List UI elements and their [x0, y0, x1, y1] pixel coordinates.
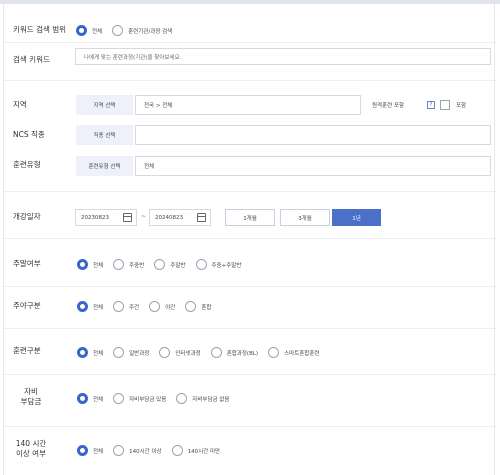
radio-checked-icon [77, 347, 88, 358]
hours140-option-over[interactable]: 140시간 이상 [113, 445, 162, 456]
training-kind-option-smart[interactable]: 스마트혼합훈련 [268, 347, 319, 358]
radio-checked-icon [76, 25, 87, 36]
region-value-field[interactable]: 전국 > 전체 [135, 95, 361, 115]
radio-checked-icon [77, 393, 88, 404]
row-hours140: 140 시간 이상 여부 전체 140시간 이상 140시간 미만 [4, 427, 496, 475]
weekend-option-weekend[interactable]: 주말반 [154, 259, 186, 270]
row-keyword: 검색 키워드 나에게 맞는 훈련과정(기관)을 찾아보세요. [4, 43, 496, 81]
ncs-label: NCS 직종 [13, 130, 45, 139]
training-kind-radio-group: 전체 일반과정 인터넷과정 혼합과정(BL) 스마트혼합훈련 [77, 347, 329, 358]
radio-checked-icon [77, 445, 88, 456]
hours140-radio-group: 전체 140시간 이상 140시간 미만 [77, 445, 230, 456]
calendar-icon[interactable] [123, 213, 132, 222]
radio-unchecked-icon [113, 445, 125, 456]
row-daynight: 주야구분 전체 주간 야간 혼합 [4, 287, 496, 329]
training-kind-label: 훈련구분 [13, 346, 41, 355]
radio-unchecked-icon [113, 347, 125, 358]
search-filter-panel: 키워드 검색 범위 전체 훈련기관/과정 검색 검색 키워드 나에게 맞는 훈련… [3, 4, 496, 475]
weekend-option-all[interactable]: 전체 [77, 259, 103, 270]
training-kind-option-internet[interactable]: 인터넷과정 [159, 347, 201, 358]
radio-unchecked-icon [149, 301, 161, 312]
period-1year-button[interactable]: 1년 [332, 209, 381, 226]
help-icon[interactable]: ? [427, 101, 435, 109]
remote-include-label: 원격훈련 포함 [372, 103, 405, 109]
keyword-label: 검색 키워드 [13, 55, 50, 64]
hours140-option-under[interactable]: 140시간 미만 [171, 445, 220, 456]
ncs-value-field[interactable] [135, 125, 491, 145]
weekend-radio-group: 전체 주중반 주말반 주중+주말반 [77, 259, 251, 270]
region-select-button[interactable]: 지역 선택 [76, 95, 133, 115]
self-pay-option-yes[interactable]: 자비부담금 있음 [113, 393, 166, 404]
daynight-label: 주야구분 [13, 301, 41, 310]
row-region: 지역 지역 선택 전국 > 전체 원격훈련 포함 ? 포함 [4, 81, 496, 121]
radio-unchecked-icon [113, 393, 125, 404]
row-start-date: 개강일자 20230823 ~ 20240823 1개월 3개월 1년 [4, 192, 496, 239]
radio-unchecked-icon [176, 393, 188, 404]
radio-unchecked-icon [195, 259, 207, 270]
training-kind-option-blended[interactable]: 혼합과정(BL) [210, 347, 258, 358]
hours140-option-all[interactable]: 전체 [77, 445, 103, 456]
row-training-kind: 훈련구분 전체 일반과정 인터넷과정 혼합과정(BL) 스마트혼합훈련 [4, 329, 496, 375]
self-pay-radio-group: 전체 자비부담금 있음 자비부담금 없음 [77, 393, 239, 404]
radio-unchecked-icon [113, 259, 125, 270]
start-date-from-input[interactable]: 20230823 [75, 209, 137, 226]
radio-checked-icon [77, 301, 88, 312]
radio-unchecked-icon [185, 301, 197, 312]
ncs-select-button[interactable]: 직종 선택 [76, 125, 133, 145]
self-pay-option-no[interactable]: 자비부담금 없음 [176, 393, 229, 404]
remote-include-checkbox[interactable] [440, 100, 450, 110]
include-label: 포함 [456, 103, 467, 109]
start-date-label: 개강일자 [13, 212, 41, 221]
row-ncs: NCS 직종 직종 선택 [4, 121, 496, 151]
start-date-to-input[interactable]: 20240823 [149, 209, 211, 226]
training-type-label: 훈련유형 [13, 160, 41, 169]
daynight-radio-group: 전체 주간 야간 혼합 [77, 301, 222, 312]
radio-unchecked-icon [113, 301, 125, 312]
radio-unchecked-icon [171, 445, 183, 456]
calendar-icon[interactable] [197, 213, 206, 222]
row-training-type: 훈련유형 훈련유형 선택 전체 [4, 151, 496, 192]
training-type-value-field[interactable]: 전체 [135, 156, 491, 176]
row-self-pay: 자비 부담금 전체 자비부담금 있음 자비부담금 없음 [4, 375, 496, 427]
daynight-option-night[interactable]: 야간 [149, 301, 175, 312]
radio-checked-icon [77, 259, 88, 270]
keyword-input[interactable]: 나에게 맞는 훈련과정(기관)을 찾아보세요. [75, 48, 491, 65]
radio-unchecked-icon [112, 25, 124, 36]
training-kind-option-general[interactable]: 일반과정 [113, 347, 149, 358]
row-search-scope: 키워드 검색 범위 전체 훈련기관/과정 검색 [4, 4, 496, 43]
daynight-option-mixed[interactable]: 혼합 [185, 301, 212, 312]
date-range-tilde: ~ [141, 213, 147, 220]
search-scope-option-institution[interactable]: 훈련기관/과정 검색 [112, 25, 172, 36]
training-kind-option-all[interactable]: 전체 [77, 347, 103, 358]
radio-unchecked-icon [154, 259, 166, 270]
weekend-option-weekday[interactable]: 주중반 [113, 259, 144, 270]
weekend-label: 주말여부 [13, 259, 41, 268]
weekend-option-both[interactable]: 주중+주말반 [195, 259, 241, 270]
search-scope-radio-group: 전체 훈련기관/과정 검색 [76, 25, 182, 36]
daynight-option-all[interactable]: 전체 [77, 301, 103, 312]
radio-unchecked-icon [210, 347, 222, 358]
period-3month-button[interactable]: 3개월 [280, 209, 330, 226]
search-scope-label: 키워드 검색 범위 [13, 25, 67, 34]
search-scope-option-all[interactable]: 전체 [76, 25, 102, 36]
training-type-select-button[interactable]: 훈련유형 선택 [76, 156, 133, 176]
radio-unchecked-icon [159, 347, 171, 358]
row-weekend: 주말여부 전체 주중반 주말반 주중+주말반 [4, 239, 496, 287]
period-1month-button[interactable]: 1개월 [225, 209, 275, 226]
self-pay-label: 자비 부담금 [20, 387, 42, 406]
radio-unchecked-icon [268, 347, 280, 358]
self-pay-option-all[interactable]: 전체 [77, 393, 103, 404]
region-label: 지역 [13, 100, 27, 109]
daynight-option-day[interactable]: 주간 [113, 301, 139, 312]
hours140-label: 140 시간 이상 여부 [15, 439, 47, 458]
